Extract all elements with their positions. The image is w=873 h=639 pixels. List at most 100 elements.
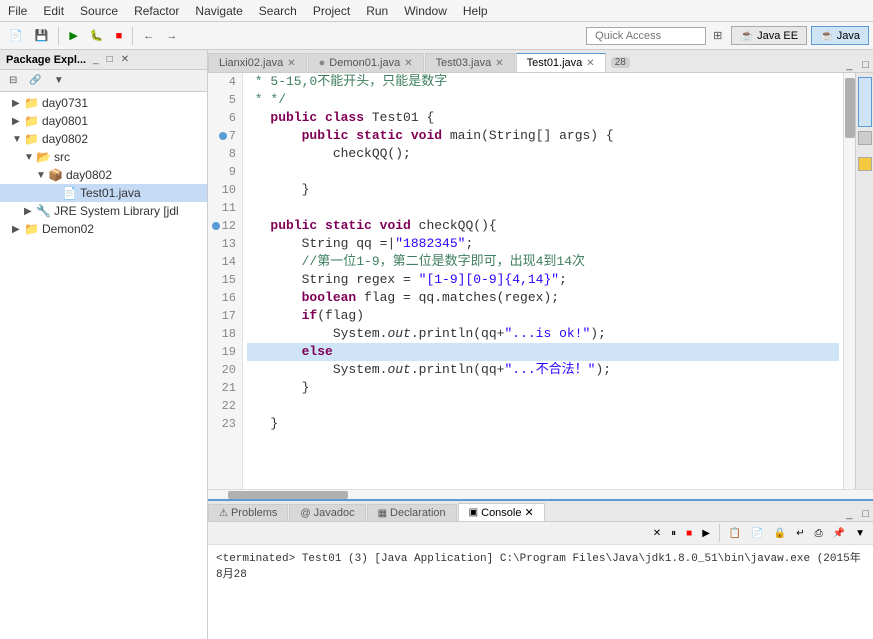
vertical-scrollbar[interactable] [843, 73, 855, 489]
pause-btn[interactable]: ⏸ [667, 526, 680, 541]
code-line-21: } [247, 379, 839, 397]
declaration-icon: ▦ [378, 508, 387, 519]
tab-lianxi02[interactable]: Lianxi02.java ✕ [208, 53, 307, 72]
tree-item-jre[interactable]: ▶ 🔧 JRE System Library [jdl [0, 202, 207, 220]
tree-item-demon02[interactable]: ▶ 📁 Demon02 [0, 220, 207, 238]
tab-label: Javadoc [314, 507, 355, 519]
sidebar-toolbar: ⊟ 🔗 ▼ [0, 70, 207, 92]
link-editor-btn[interactable]: 🔗 [24, 72, 46, 89]
bp-dot [219, 78, 227, 86]
sidebar-minimize-btn[interactable]: _ [90, 53, 102, 66]
back-btn[interactable]: ← [138, 27, 159, 45]
run-btn[interactable]: ▶ [64, 26, 82, 45]
sidebar-maximize-btn[interactable]: □ [104, 53, 116, 66]
right-panel-btn-1[interactable] [858, 77, 872, 127]
tab-javadoc[interactable]: @ Javadoc [289, 504, 365, 521]
tab-close-btn[interactable]: ✕ [586, 58, 594, 69]
tree-item-day0802[interactable]: ▼ 📁 day0802 [0, 130, 207, 148]
h-scrollbar-thumb[interactable] [228, 491, 348, 499]
menu-window[interactable]: Window [396, 2, 455, 20]
tab-test01[interactable]: Test01.java ✕ [516, 53, 606, 72]
tree-item-package[interactable]: ▼ 📦 day0802 [0, 166, 207, 184]
tab-label: Lianxi02.java [219, 57, 283, 69]
menubar: File Edit Source Refactor Navigate Searc… [0, 0, 873, 22]
copy-btn[interactable]: 📋 [725, 526, 745, 541]
tab-problems[interactable]: ⚠ Problems [208, 504, 288, 521]
horizontal-scrollbar[interactable] [208, 489, 873, 499]
console-menu-btn[interactable]: ▼ [851, 526, 869, 541]
code-editor[interactable]: 4 5 6 7 8 9 10 11 12 13 14 15 16 17 [208, 73, 843, 489]
forward-btn[interactable]: → [161, 27, 182, 45]
menu-search[interactable]: Search [251, 2, 305, 20]
code-content[interactable]: * 5-15,0不能开头，只能是数字 * */ public class Tes… [243, 73, 843, 489]
line-num-9: 9 [208, 163, 242, 181]
line-num-22: 22 [208, 397, 242, 415]
right-panel-btn-3[interactable] [858, 157, 872, 171]
paste-btn[interactable]: 📄 [747, 526, 767, 541]
console-tab-close[interactable]: ✕ [524, 506, 533, 519]
menu-refactor[interactable]: Refactor [126, 2, 187, 20]
tree-item-src[interactable]: ▼ 📂 src [0, 148, 207, 166]
terminate-btn[interactable]: ■ [682, 526, 696, 541]
perspectives-btn[interactable]: ⊞ [708, 26, 727, 45]
code-line-8: checkQQ(); [247, 145, 839, 163]
menu-source[interactable]: Source [72, 2, 126, 20]
tab-label: Declaration [390, 507, 446, 519]
relaunch-btn[interactable]: ▶ [698, 526, 714, 541]
debug-btn[interactable]: 🐛 [85, 26, 109, 45]
editor-minimize-btn[interactable]: _ [842, 58, 856, 72]
quick-access-input[interactable] [586, 27, 706, 45]
java-ee-label: Java EE [757, 30, 798, 42]
tab-test03[interactable]: Test03.java ✕ [425, 53, 515, 72]
console-toolbar: ✕ ⏸ ■ ▶ 📋 📄 🔒 ↵ ⎙ 📌 ▼ [208, 522, 873, 545]
bp-dot [219, 168, 227, 176]
code-line-22 [247, 397, 839, 415]
code-line-12: public static void checkQQ(){ [247, 217, 839, 235]
editor-maximize-btn[interactable]: □ [858, 58, 873, 72]
scrollbar-thumb[interactable] [845, 78, 855, 138]
right-panel-btn-2[interactable] [858, 131, 872, 145]
sidebar-close-btn[interactable]: ✕ [118, 53, 132, 66]
tab-declaration[interactable]: ▦ Declaration [367, 504, 457, 521]
java-file-icon: 📄 [62, 186, 77, 200]
tab-close-btn[interactable]: ✕ [495, 58, 503, 69]
menu-help[interactable]: Help [455, 2, 496, 20]
save-btn[interactable]: 💾 [30, 26, 54, 45]
sidebar-title: Package Expl... [6, 54, 86, 66]
code-line-7: public static void main(String[] args) { [247, 127, 839, 145]
word-wrap-btn[interactable]: ↵ [792, 526, 808, 541]
tree-item-day0801[interactable]: ▶ 📁 day0801 [0, 112, 207, 130]
tab-demon01[interactable]: ● Demon01.java ✕ [308, 53, 424, 72]
bottom-maximize-btn[interactable]: □ [858, 507, 873, 521]
stop-btn[interactable]: ■ [111, 27, 128, 45]
perspective-switcher: ⊞ ☕ Java EE ☕ Java [708, 26, 869, 45]
tree-item-day0731[interactable]: ▶ 📁 day0731 [0, 94, 207, 112]
menu-project[interactable]: Project [305, 2, 358, 20]
code-line-4: * 5-15,0不能开头，只能是数字 [247, 73, 839, 91]
clear-console-btn[interactable]: ✕ [649, 526, 665, 541]
tab-close-btn[interactable]: ✕ [287, 58, 295, 69]
sidebar-tree: ▶ 📁 day0731 ▶ 📁 day0801 ▼ 📁 day0802 [0, 92, 207, 639]
bottom-minimize-btn[interactable]: _ [842, 507, 856, 521]
code-line-13: String qq =|"1882345"; [247, 235, 839, 253]
line-num-10: 10 [208, 181, 242, 199]
collapse-all-btn[interactable]: ⊟ [4, 72, 22, 89]
new-btn[interactable]: 📄 [4, 26, 28, 45]
open-console-btn[interactable]: ⎙ [811, 526, 827, 541]
code-line-10: } [247, 181, 839, 199]
code-line-18: System.out.println(qq+"...is ok!"); [247, 325, 839, 343]
menu-file[interactable]: File [0, 2, 35, 20]
sidebar-menu-btn[interactable]: ▼ [49, 72, 69, 89]
tree-item-test01-java[interactable]: 📄 Test01.java [0, 184, 207, 202]
line-num-19: 19 [208, 343, 242, 361]
menu-navigate[interactable]: Navigate [187, 2, 250, 20]
tree-label: JRE System Library [jdl [54, 204, 179, 218]
tab-close-btn[interactable]: ✕ [404, 58, 412, 69]
menu-run[interactable]: Run [358, 2, 396, 20]
tab-console[interactable]: ▣ Console ✕ [458, 503, 545, 521]
scroll-lock-btn[interactable]: 🔒 [770, 526, 790, 541]
menu-edit[interactable]: Edit [35, 2, 72, 20]
pin-btn[interactable]: 📌 [829, 526, 849, 541]
java-ee-perspective[interactable]: ☕ Java EE [731, 26, 807, 45]
java-perspective[interactable]: ☕ Java [811, 26, 869, 45]
